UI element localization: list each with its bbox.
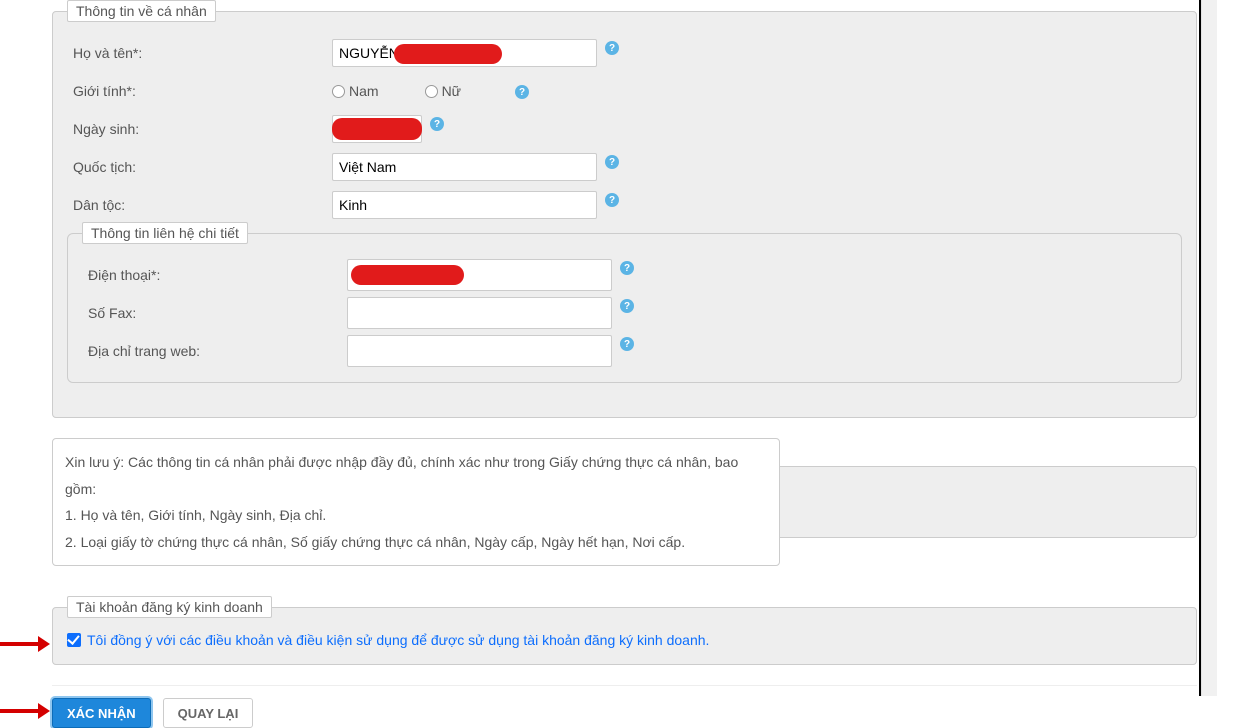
help-icon[interactable]: ? <box>605 41 619 55</box>
vertical-scrollbar[interactable] <box>1201 0 1217 696</box>
redaction-dob <box>332 118 422 140</box>
help-icon[interactable]: ? <box>605 155 619 169</box>
gender-female-label: Nữ <box>442 83 461 99</box>
gender-label: Giới tính*: <box>67 83 332 99</box>
redaction-phone <box>351 265 464 285</box>
help-icon[interactable]: ? <box>620 337 634 351</box>
gender-female-radio[interactable] <box>425 85 438 98</box>
confirm-button[interactable]: XÁC NHẬN <box>52 698 151 728</box>
notice-line-2: 1. Họ và tên, Giới tính, Ngày sinh, Địa … <box>65 502 767 529</box>
gender-male-radio[interactable] <box>332 85 345 98</box>
help-icon[interactable]: ? <box>620 261 634 275</box>
ethnicity-input[interactable] <box>332 191 597 219</box>
nationality-input[interactable] <box>332 153 597 181</box>
help-icon[interactable]: ? <box>605 193 619 207</box>
help-icon[interactable]: ? <box>430 117 444 131</box>
phone-label: Điện thoại*: <box>82 267 347 283</box>
help-icon[interactable]: ? <box>620 299 634 313</box>
contact-info-fieldset: Thông tin liên hệ chi tiết Điện thoại*: … <box>67 222 1182 383</box>
personal-info-legend: Thông tin về cá nhân <box>67 0 216 22</box>
web-input[interactable] <box>347 335 612 367</box>
notice-line-3: 2. Loại giấy tờ chứng thực cá nhân, Số g… <box>65 529 767 556</box>
gender-male-label: Nam <box>349 83 379 99</box>
notice-wrapper: Xin lưu ý: Các thông tin cá nhân phải đư… <box>52 438 1197 566</box>
svg-text:?: ? <box>609 195 615 206</box>
frame-border <box>1199 0 1201 696</box>
fax-label: Số Fax: <box>82 305 347 321</box>
redaction-fullname <box>394 44 502 64</box>
svg-text:?: ? <box>624 263 630 274</box>
svg-text:?: ? <box>624 339 630 350</box>
account-fieldset: Tài khoản đăng ký kinh doanh Tôi đồng ý … <box>52 596 1197 665</box>
svg-text:?: ? <box>519 87 525 98</box>
svg-text:?: ? <box>434 119 440 130</box>
back-button[interactable]: QUAY LẠI <box>163 698 254 728</box>
button-row: XÁC NHẬN QUAY LẠI <box>52 685 1197 728</box>
ethnicity-label: Dân tộc: <box>67 197 332 213</box>
terms-link[interactable]: Tôi đồng ý với các điều khoản và điều ki… <box>87 632 709 648</box>
terms-checkbox[interactable] <box>67 633 81 647</box>
svg-text:?: ? <box>624 301 630 312</box>
notice-box: Xin lưu ý: Các thông tin cá nhân phải đư… <box>52 438 780 566</box>
personal-info-fieldset: Thông tin về cá nhân Họ và tên*: ? Giới … <box>52 0 1197 418</box>
web-label: Địa chỉ trang web: <box>82 343 347 359</box>
dob-label: Ngày sinh: <box>67 121 332 137</box>
notice-line-1: Xin lưu ý: Các thông tin cá nhân phải đư… <box>65 449 767 502</box>
fax-input[interactable] <box>347 297 612 329</box>
fullname-label: Họ và tên*: <box>67 45 332 61</box>
nationality-label: Quốc tịch: <box>67 159 332 175</box>
annotation-arrow-confirm <box>0 703 50 719</box>
svg-text:?: ? <box>609 43 615 54</box>
contact-info-legend: Thông tin liên hệ chi tiết <box>82 222 248 244</box>
help-icon[interactable]: ? <box>515 85 529 99</box>
account-legend: Tài khoản đăng ký kinh doanh <box>67 596 272 618</box>
svg-text:?: ? <box>609 157 615 168</box>
annotation-arrow-terms <box>0 636 50 652</box>
